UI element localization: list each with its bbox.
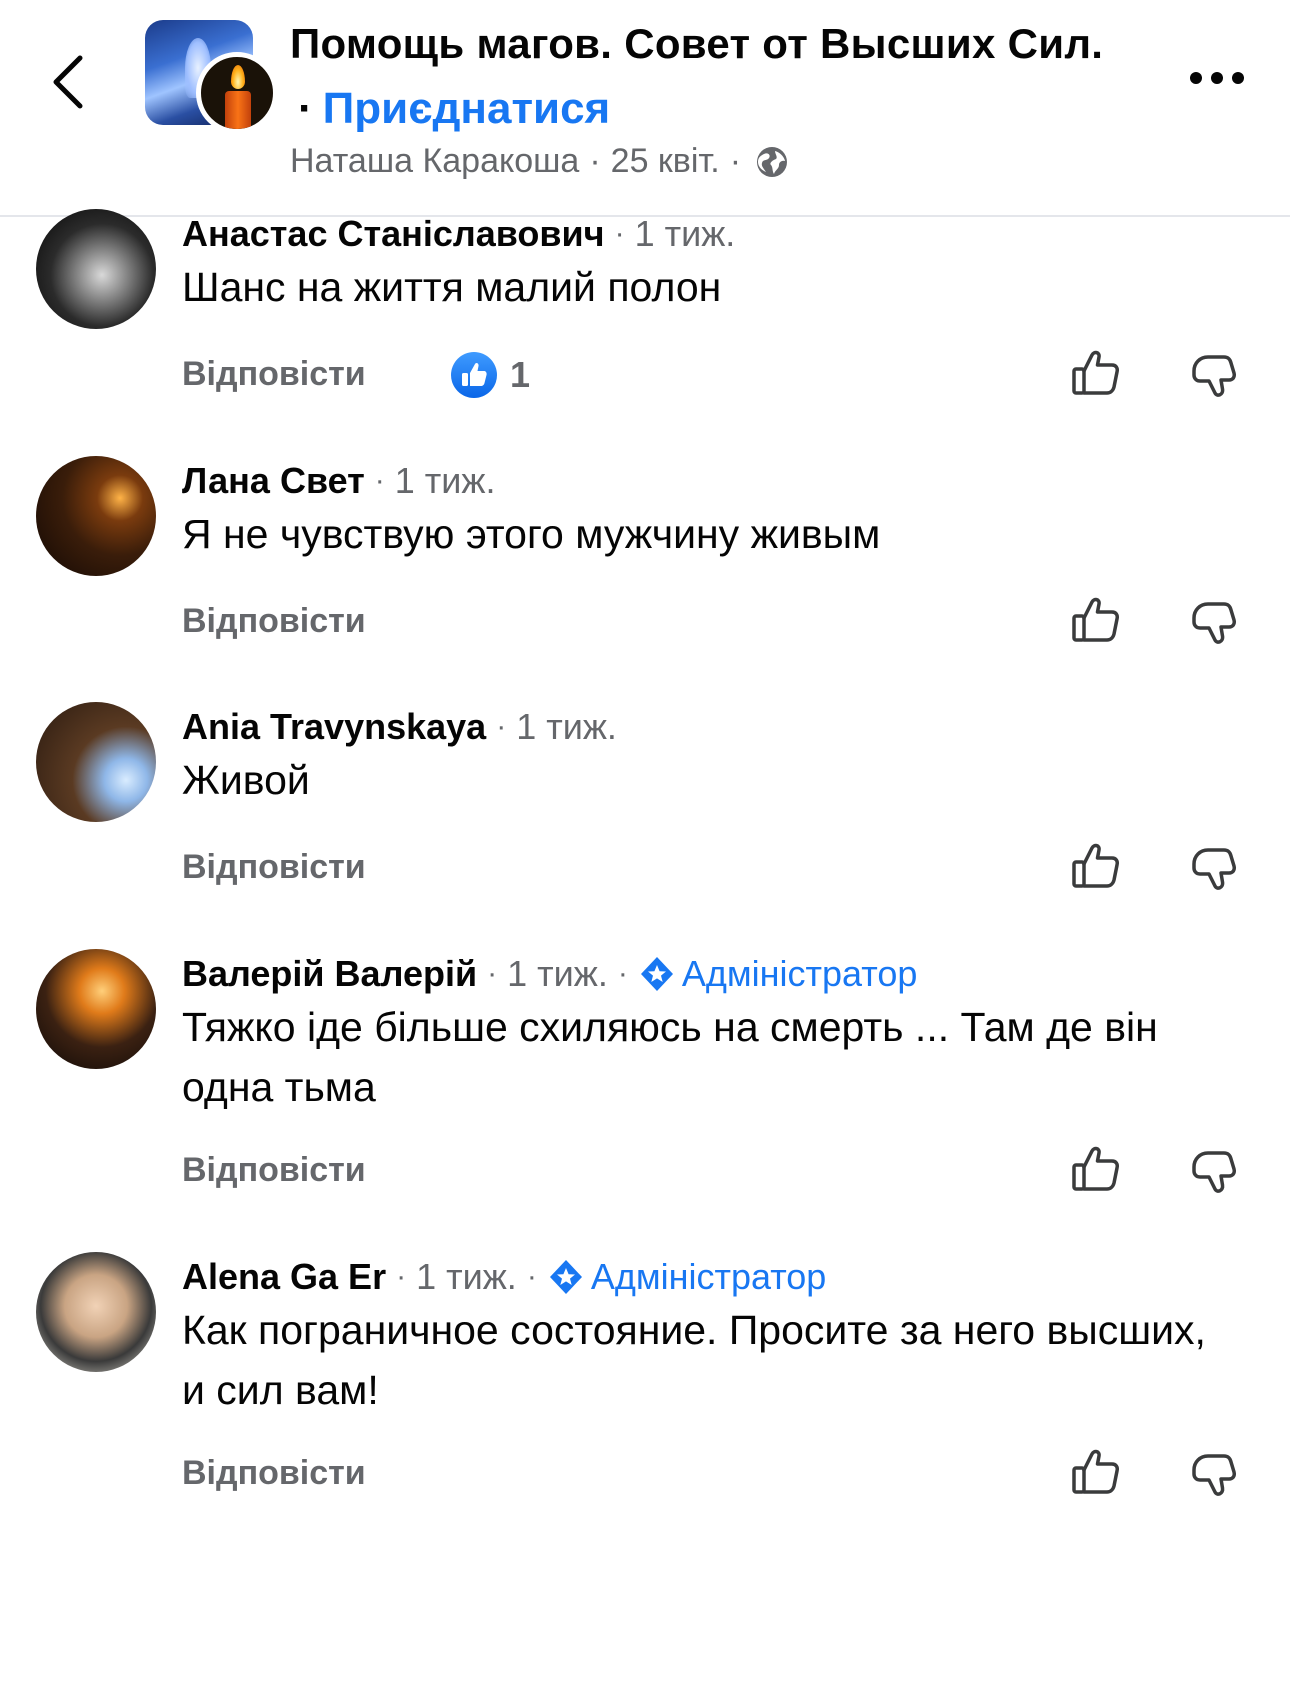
join-dot: ·	[298, 84, 313, 133]
candle-avatar-badge	[196, 52, 278, 134]
comment-separator: ·	[496, 710, 507, 743]
comment-separator: ·	[396, 1260, 407, 1293]
reply-button[interactable]: Відповісти	[182, 848, 366, 887]
comment-author[interactable]: Валерій Валерій	[182, 953, 477, 995]
comment-author[interactable]: Лана Свет	[182, 460, 365, 502]
comment-header: Ania Travynskaya · 1 тиж.	[182, 706, 617, 748]
thumbs-down-icon[interactable]	[1188, 844, 1240, 896]
group-name[interactable]: Помощь магов. Совет от Высших Сил.	[290, 20, 1103, 68]
admin-badge: Адміністратор	[547, 1256, 827, 1298]
meta-separator: ·	[729, 142, 742, 180]
comment-actions: Відповісти	[182, 1143, 1262, 1203]
thumbs-down-icon[interactable]	[1188, 1450, 1240, 1502]
avatar[interactable]	[36, 456, 156, 576]
comment-text: Как пограничное состояние. Просите за не…	[182, 1307, 1206, 1413]
reply-button[interactable]: Відповісти	[182, 1454, 366, 1493]
thumbs-up-icon[interactable]	[1070, 1446, 1122, 1498]
comment-actions: Відповісти	[182, 840, 1262, 900]
comment-text: Я не чувствую этого мужчину живым	[182, 511, 881, 557]
admin-label: Адміністратор	[681, 953, 918, 994]
avatar[interactable]	[36, 949, 156, 1069]
comment-time[interactable]: 1 тиж.	[516, 706, 617, 748]
comment-separator: ·	[614, 217, 625, 250]
comment: Лана Свет · 1 тиж. Я не чувствую этого м…	[0, 452, 1290, 692]
more-horizontal-icon[interactable]	[1188, 68, 1246, 88]
reply-button[interactable]: Відповісти	[182, 1151, 366, 1190]
admin-badge: Адміністратор	[638, 953, 918, 995]
reaction-summary[interactable]: 1	[450, 351, 530, 399]
thumbs-down-icon[interactable]	[1188, 598, 1240, 650]
chevron-left-icon[interactable]	[44, 52, 94, 112]
avatar[interactable]	[36, 702, 156, 822]
comment-text: Тяжко іде більше схиляюсь на смерть ... …	[182, 1004, 1158, 1110]
comment-time[interactable]: 1 тиж.	[416, 1256, 517, 1298]
comment-time[interactable]: 1 тиж.	[507, 953, 608, 995]
comment-author[interactable]: Alena Ga Er	[182, 1256, 386, 1298]
post-date[interactable]: 25 квіт.	[611, 142, 720, 181]
comment-header: Анастас Станіславович · 1 тиж.	[182, 213, 735, 255]
avatar[interactable]	[36, 209, 156, 329]
comment-time[interactable]: 1 тиж.	[635, 213, 736, 255]
meta-separator: ·	[589, 142, 601, 180]
admin-shield-icon	[640, 957, 673, 991]
thumbs-down-icon[interactable]	[1188, 351, 1240, 403]
comment-separator: ·	[374, 464, 385, 497]
admin-label: Адміністратор	[590, 1256, 827, 1297]
candle-body	[225, 91, 251, 129]
comment-text: Шанс на життя малий полон	[182, 264, 722, 310]
comment: Alena Ga Er · 1 тиж. · Адміністратор Как…	[0, 1248, 1290, 1548]
reaction-count: 1	[510, 354, 531, 395]
admin-shield-icon	[549, 1260, 582, 1294]
comment-actions: Відповісти	[182, 1446, 1262, 1506]
post-meta: Наташа Каракоша · 25 квіт. ·	[290, 142, 789, 181]
thumbs-up-icon[interactable]	[1070, 1143, 1122, 1195]
comment: Валерій Валерій · 1 тиж. · Адміністратор…	[0, 945, 1290, 1245]
thumbs-down-icon[interactable]	[1188, 1147, 1240, 1199]
like-reaction-icon	[451, 352, 497, 398]
post-header: Помощь магов. Совет от Высших Сил. · Приє…	[0, 0, 1290, 217]
comment-separator: ·	[617, 957, 628, 990]
candle-flame	[231, 65, 245, 89]
comment-separator: ·	[487, 957, 498, 990]
comment-actions: Відповісти 1	[182, 347, 1262, 407]
comment: Ania Travynskaya · 1 тиж. Живой Відповіс…	[0, 698, 1290, 938]
join-button[interactable]: Приєднатися	[323, 84, 611, 133]
comment-text: Живой	[182, 757, 310, 803]
comment-author[interactable]: Анастас Станіславович	[182, 213, 605, 255]
reply-button[interactable]: Відповісти	[182, 602, 366, 641]
comment-author[interactable]: Ania Travynskaya	[182, 706, 486, 748]
avatar[interactable]	[36, 1252, 156, 1372]
globe-icon	[757, 146, 788, 177]
thumbs-up-icon[interactable]	[1070, 347, 1122, 399]
comment-header: Alena Ga Er · 1 тиж. · Адміністратор	[182, 1256, 826, 1298]
comment-separator: ·	[526, 1260, 537, 1293]
thumbs-up-icon[interactable]	[1070, 594, 1122, 646]
comment-header: Валерій Валерій · 1 тиж. · Адміністратор	[182, 953, 917, 995]
comment-actions: Відповісти	[182, 594, 1262, 654]
post-author[interactable]: Наташа Каракоша	[290, 142, 579, 181]
comment-header: Лана Свет · 1 тиж.	[182, 460, 496, 502]
thumbs-up-icon[interactable]	[1070, 840, 1122, 892]
comment-time[interactable]: 1 тиж.	[395, 460, 496, 502]
comment: Анастас Станіславович · 1 тиж. Шанс на ж…	[0, 205, 1290, 445]
join-row: · Приєднатися	[298, 84, 610, 134]
reply-button[interactable]: Відповісти	[182, 355, 366, 394]
